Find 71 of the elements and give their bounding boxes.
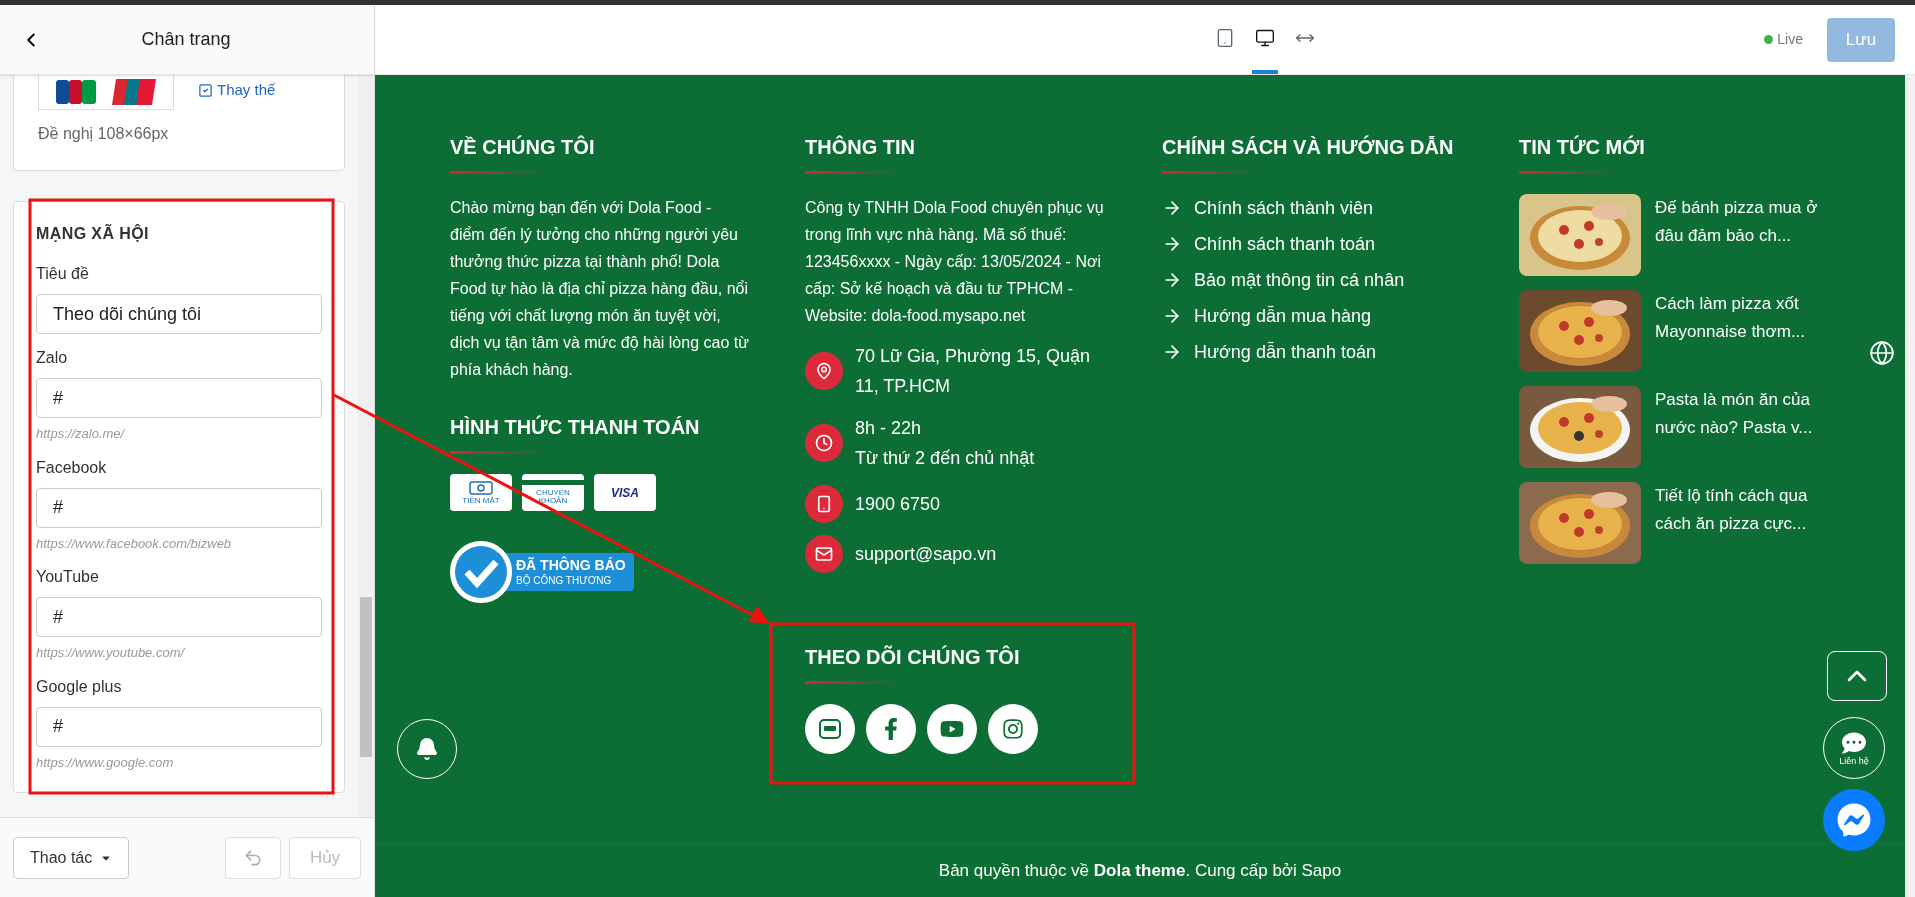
social-link[interactable] bbox=[866, 704, 916, 754]
contact-text: support@sapo.vn bbox=[855, 543, 998, 566]
contact-text: 70 Lữ Gia, Phường 15, Quận 11, TP.HCM bbox=[855, 345, 1092, 398]
field-label: Zalo bbox=[36, 348, 69, 368]
scrollbar[interactable] bbox=[358, 75, 374, 817]
cash-icon bbox=[469, 480, 493, 495]
contact-text: 8h - 22h bbox=[855, 417, 923, 440]
messenger-icon bbox=[1837, 803, 1871, 837]
bell-icon bbox=[415, 737, 439, 761]
url-hint: https://www.facebook.com/bizweb bbox=[36, 534, 233, 553]
policy-link[interactable]: Hướng dẫn thanh toán bbox=[1194, 338, 1376, 366]
size-hint: Đề nghị 108×66px bbox=[38, 124, 170, 144]
actions-menu-button[interactable]: Thao tác bbox=[13, 836, 130, 879]
mail-icon bbox=[815, 545, 833, 563]
pin-icon bbox=[815, 362, 833, 380]
text-field[interactable]: Theo dõi chúng tôi bbox=[36, 294, 322, 334]
payment-label: VISA bbox=[611, 486, 639, 499]
section-heading: THEO DÕI CHÚNG TÔI bbox=[805, 647, 1021, 667]
scrollbar[interactable] bbox=[1905, 75, 1915, 897]
news-title[interactable]: Pasta là món ăn của nước nào? Pasta v... bbox=[1655, 386, 1819, 442]
news-title[interactable]: Cách làm pizza xốt Mayonnaise thơm... bbox=[1655, 290, 1819, 346]
checkbox-icon bbox=[198, 82, 213, 98]
policy-link[interactable]: Chính sách thành viên bbox=[1194, 194, 1374, 222]
text-field[interactable]: # bbox=[36, 487, 322, 528]
payment-label: TIỀN MẶT bbox=[462, 496, 500, 505]
social-link[interactable] bbox=[805, 704, 855, 754]
url-hint: https://www.google.com bbox=[36, 753, 175, 772]
field-label: Tiêu đề bbox=[36, 264, 90, 284]
text-field[interactable]: # bbox=[36, 378, 322, 418]
section-heading: TIN TỨC MỚI bbox=[1519, 137, 1646, 157]
news-title[interactable]: Tiết lộ tính cách qua cách ăn pizza cực... bbox=[1655, 482, 1819, 538]
tablet-icon bbox=[1215, 27, 1235, 48]
section-heading: THÔNG TIN bbox=[805, 137, 916, 157]
panel-title: Chân trang bbox=[140, 28, 232, 51]
instagram-icon bbox=[1002, 718, 1024, 740]
payment-label: CHUYỂN KHOẢN bbox=[535, 489, 571, 505]
replace-link[interactable]: Thay thế bbox=[198, 75, 276, 102]
certification-title: ĐÃ THÔNG BÁO bbox=[516, 557, 626, 574]
company-text: Công ty TNHH Dola Food chuyên phục vụ trong lĩnh vực nhà hàng. Mã số thuế: 123456xxxx - Ngày cấp: 13/05/2024 - Nơi cấp: Sở kế hoạch và đầu tư TPHCM - Website: dola-food.mysapo.net bbox=[805, 198, 1105, 326]
card-logo-icon bbox=[56, 80, 96, 104]
text-field[interactable]: # bbox=[36, 597, 322, 637]
about-text: Chào mừng bạn đến với Dola Food - điểm đến lý tưởng cho những người yêu thưởng thức pizza tại thành phố! Dola Food tự hào là địa chỉ pizza hàng đầu, nổi tiếng với chất lượng món ăn tuyệt vời, dịch vụ tận tâm và mức độ hài lòng cao từ phía khách hàng. bbox=[450, 198, 750, 380]
status-label: Live bbox=[1777, 30, 1803, 49]
field-label: Facebook bbox=[36, 457, 108, 478]
undo-icon bbox=[243, 847, 263, 868]
contact-text: Từ thứ 2 đến chủ nhật bbox=[855, 447, 1036, 470]
settings-heading: MẠNG XÃ HỘI bbox=[36, 223, 150, 244]
text-field[interactable]: # bbox=[36, 706, 322, 747]
social-link[interactable] bbox=[988, 704, 1038, 754]
section-heading: VỀ CHÚNG TÔI bbox=[450, 137, 596, 157]
copyright-text: Bản quyền thuộc về Dola theme. Cung cấp bởi Sapo bbox=[938, 859, 1342, 882]
policy-link[interactable]: Bảo mật thông tin cá nhân bbox=[1194, 266, 1405, 294]
section-heading: CHÍNH SÁCH VÀ HƯỚNG DẪN bbox=[1162, 137, 1455, 157]
field-label: Google plus bbox=[36, 676, 123, 697]
url-hint: https://zalo.me/ bbox=[36, 425, 126, 443]
scroll-top-button[interactable] bbox=[1827, 651, 1887, 701]
news-title[interactable]: Đế bánh pizza mua ở đâu đảm bảo ch... bbox=[1655, 194, 1819, 250]
section-heading: HÌNH THỨC THANH TOÁN bbox=[450, 417, 701, 437]
desktop-icon bbox=[1255, 27, 1275, 48]
social-link[interactable] bbox=[927, 704, 977, 754]
card-logo-icon bbox=[112, 79, 156, 105]
url-hint: https://www.youtube.com/ bbox=[36, 644, 186, 662]
globe-icon bbox=[1869, 340, 1895, 366]
clock-icon bbox=[815, 434, 833, 452]
contact-text: 1900 6750 bbox=[855, 493, 942, 516]
policy-link[interactable]: Chính sách thanh toán bbox=[1194, 230, 1376, 258]
phone-icon bbox=[815, 495, 833, 513]
policy-link[interactable]: Hướng dẫn mua hàng bbox=[1194, 302, 1371, 330]
checkmark-icon bbox=[454, 545, 508, 599]
field-label: YouTube bbox=[36, 567, 100, 587]
certification-subtitle: BỘ CÔNG THƯƠNG bbox=[516, 574, 613, 587]
